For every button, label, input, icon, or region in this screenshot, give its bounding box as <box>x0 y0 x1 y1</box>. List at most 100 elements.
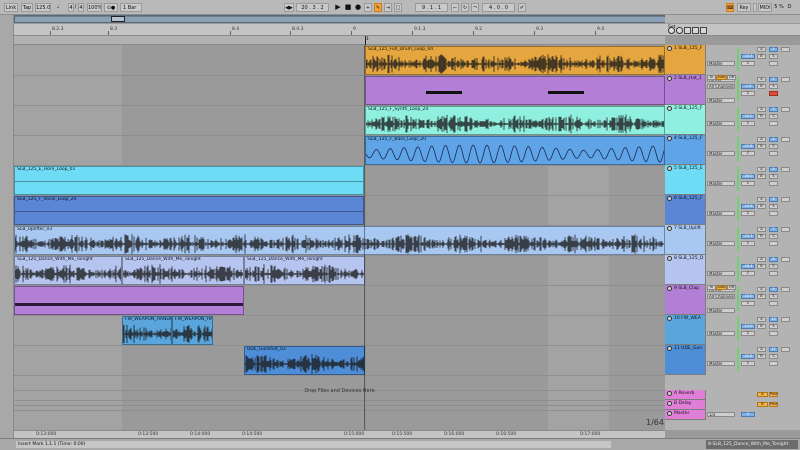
io-toggle-button[interactable] <box>700 27 707 34</box>
audio-clip[interactable]: UDE_Gunshot_03 <box>244 346 365 375</box>
track-activator-icon[interactable] <box>667 346 672 351</box>
return-track-header[interactable]: B Delay <box>665 400 706 410</box>
track-activator-button[interactable]: 5 <box>769 167 778 172</box>
key-map-indicator[interactable]: ⌨ <box>726 3 734 12</box>
send-b-knob[interactable]: B <box>757 204 766 209</box>
metronome-follow-button[interactable] <box>676 27 683 34</box>
track-name[interactable]: Master <box>674 411 689 416</box>
arm-circle-icon[interactable] <box>781 107 790 112</box>
volume-field[interactable]: -10.3 <box>741 54 755 59</box>
track-name[interactable]: 2 SLB_Hat_1 <box>674 76 702 81</box>
audio-clip[interactable]: SLB_125_E_Horn_Loop_01 <box>14 166 364 195</box>
arrangement-overview[interactable] <box>14 15 665 23</box>
record-button[interactable]: ● <box>354 3 362 12</box>
solo-button[interactable]: S <box>769 144 778 149</box>
link-button[interactable]: Link <box>4 3 18 12</box>
output-dropdown[interactable]: Master <box>707 181 735 186</box>
send-a-knob[interactable]: A <box>757 317 766 322</box>
output-dropdown[interactable]: Master <box>707 241 735 246</box>
track-options-button[interactable] <box>692 27 699 34</box>
send-a-knob[interactable]: A <box>757 227 766 232</box>
post-button[interactable]: Post <box>769 392 778 397</box>
track-name[interactable]: 5 SLB_125_E <box>674 166 703 171</box>
pan-field[interactable]: C <box>741 301 755 306</box>
track-activator-icon[interactable] <box>667 256 672 261</box>
arm-circle-icon[interactable] <box>781 287 790 292</box>
arrangement-view[interactable]: SLB_125_Full_Drum_Loop_04 SLB_125_F_Synth… <box>14 45 665 430</box>
track-name[interactable]: 11 UDE_Gun <box>674 346 702 351</box>
track-activator-button[interactable]: 7 <box>769 227 778 232</box>
track-header[interactable]: 11 UDE_Gun <box>665 345 706 375</box>
solo-button[interactable]: S <box>769 354 778 359</box>
midi-clip[interactable] <box>14 286 244 315</box>
fold-tracks-button[interactable] <box>684 27 691 34</box>
quantize-dropdown[interactable]: 1 Bar <box>120 3 142 12</box>
track-header[interactable]: 3 SLB_125_F <box>665 105 706 135</box>
beat-time-ruler[interactable]: 8.2.3 8.3 8.4 8.4.3 9 9.1.3 9.2 9.3 9.4 <box>14 24 665 36</box>
output-dropdown[interactable]: Master <box>707 98 735 103</box>
solo-button[interactable]: S <box>769 234 778 239</box>
send-a-knob[interactable]: A <box>757 77 766 82</box>
track-name[interactable]: 7 SLB_Uplift <box>674 226 701 231</box>
volume-field[interactable]: -10.0 <box>741 114 755 119</box>
output-dropdown[interactable]: Master <box>707 151 735 156</box>
pan-field[interactable]: C <box>741 271 755 276</box>
send-b-knob[interactable]: B <box>757 84 766 89</box>
volume-field[interactable]: -15.3 <box>741 234 755 239</box>
track-name[interactable]: 1 SLB_125_F <box>674 46 702 51</box>
time-signature-denominator[interactable]: 4 <box>78 3 84 12</box>
loop-brace-strip[interactable]: 1 <box>14 36 665 45</box>
solo-button[interactable]: S <box>769 324 778 329</box>
send-b-knob[interactable]: B <box>757 294 766 299</box>
volume-field[interactable]: -10.0 <box>741 294 755 299</box>
track-activator-icon[interactable] <box>667 401 672 406</box>
send-a-knob[interactable]: A <box>757 257 766 262</box>
track-activator-icon[interactable] <box>667 46 672 51</box>
track-activator-icon[interactable] <box>667 106 672 111</box>
audio-clip[interactable]: FW_WEAPON_HAN <box>172 316 213 345</box>
monitor-in-button[interactable]: In <box>707 285 716 290</box>
send-b-knob[interactable]: B <box>757 114 766 119</box>
volume-field[interactable]: -12.8 <box>741 144 755 149</box>
punch-in-field[interactable]: 9 . 1 . 1 <box>415 3 448 12</box>
output-dropdown[interactable]: Master <box>707 211 735 216</box>
send-a-knob[interactable]: A <box>757 167 766 172</box>
track-header[interactable]: 7 SLB_Uplift <box>665 225 706 255</box>
punch-out-button[interactable]: ¬ <box>471 3 479 12</box>
arm-button[interactable] <box>769 271 778 276</box>
volume-field[interactable]: -26.0 <box>741 174 755 179</box>
solo-button[interactable]: S <box>769 204 778 209</box>
arm-button[interactable] <box>769 181 778 186</box>
input-channel-dropdown[interactable]: All Channels <box>707 84 735 89</box>
volume-field[interactable]: -13.0 <box>741 324 755 329</box>
volume-field[interactable]: -12.8 <box>741 354 755 359</box>
stop-button[interactable]: ■ <box>344 3 352 12</box>
overview-viewport[interactable] <box>111 16 125 22</box>
monitor-in-button[interactable]: In <box>707 75 716 80</box>
monitor-off-button[interactable]: Off <box>727 75 736 80</box>
scroll-follow-button[interactable] <box>668 27 675 34</box>
track-activator-button[interactable]: 10 <box>769 317 778 322</box>
track-name[interactable]: 10 FW_WEA <box>674 316 701 321</box>
song-position-field[interactable]: 20 . 3 . 2 <box>296 3 329 12</box>
post-button[interactable]: Post <box>769 402 778 407</box>
track-name[interactable]: 9 SLB_Clap <box>674 286 699 291</box>
arm-button[interactable] <box>769 211 778 216</box>
midi-clip[interactable] <box>365 76 665 105</box>
loop-button[interactable]: ↻ <box>461 3 469 12</box>
volume-field[interactable]: -1.3 <box>741 84 755 89</box>
audio-clip[interactable]: SLB_125_F_Synth_Loop_24 <box>365 106 665 135</box>
arm-button[interactable] <box>769 91 778 96</box>
master-output-dropdown[interactable]: 1/2 <box>707 412 735 417</box>
send-a-knob[interactable]: A <box>757 197 766 202</box>
solo-button[interactable]: S <box>769 174 778 179</box>
track-header[interactable]: 1 SLB_125_F <box>665 45 706 75</box>
send-b-knob[interactable]: B <box>757 264 766 269</box>
track-header[interactable]: 4 SLB_125_F <box>665 135 706 165</box>
output-dropdown[interactable]: Master <box>707 331 735 336</box>
monitor-auto-button[interactable]: Auto <box>716 75 727 80</box>
arm-circle-icon[interactable] <box>781 227 790 232</box>
pan-field[interactable]: C <box>741 91 755 96</box>
zoom-field[interactable]: 100% <box>87 3 102 12</box>
track-name[interactable]: 6 SLB_125_F <box>674 196 702 201</box>
